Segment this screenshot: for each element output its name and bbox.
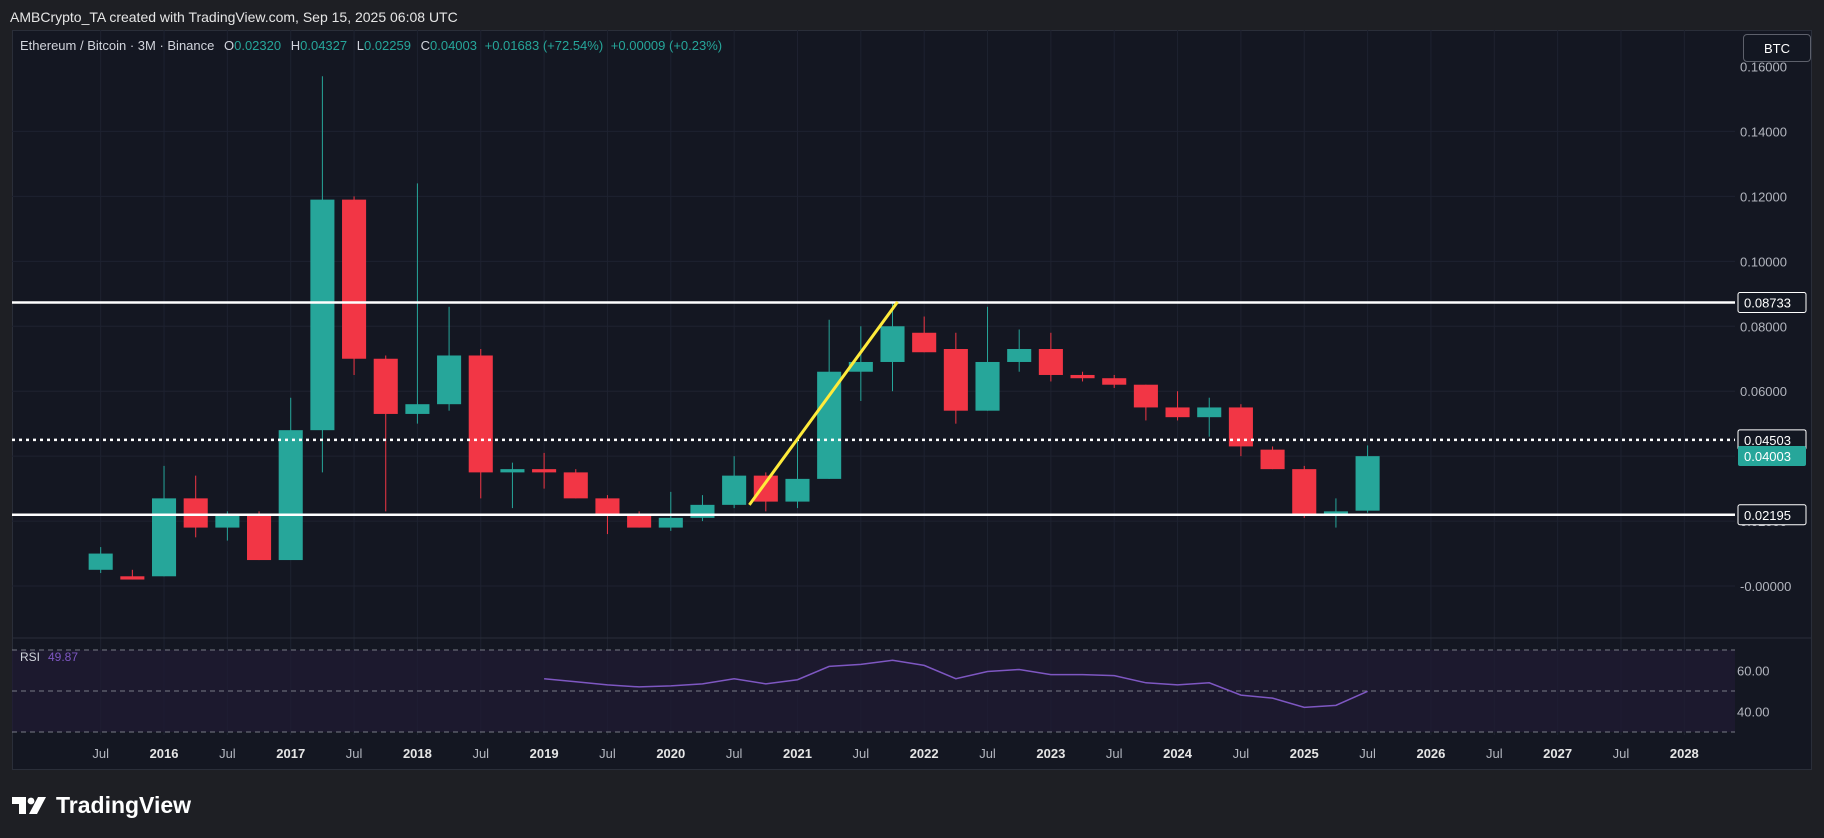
candle-up (1355, 456, 1380, 511)
x-tick-label: 2026 (1416, 746, 1445, 761)
candle-up (405, 404, 430, 414)
x-tick-label: Jul (599, 746, 616, 761)
candle-up (785, 478, 810, 502)
x-tick-label: Jul (726, 746, 743, 761)
candle-up (215, 514, 240, 528)
x-tick-label: Jul (472, 746, 489, 761)
y-tick-label: 0.12000 (1740, 189, 1787, 204)
level-label: 0.08733 (1744, 295, 1791, 310)
candle-up (658, 517, 683, 528)
x-tick-label: 2028 (1670, 746, 1699, 761)
candle-down (595, 498, 620, 515)
x-tick-label: 2022 (910, 746, 939, 761)
candle-down (373, 358, 398, 414)
candle-down (627, 514, 652, 528)
x-tick-label: Jul (1106, 746, 1123, 761)
candle-up (310, 199, 335, 431)
candle-down (120, 576, 145, 580)
level-label: 0.04503 (1744, 433, 1791, 448)
level-label: 0.02195 (1744, 508, 1791, 523)
candle-down (563, 472, 588, 499)
candle-down (1070, 374, 1095, 379)
x-tick-label: Jul (1613, 746, 1630, 761)
candle-up (151, 498, 177, 577)
x-tick-label: Jul (1359, 746, 1376, 761)
x-tick-label: Jul (853, 746, 870, 761)
rsi-value: 49.87 (48, 650, 78, 664)
candle-down (342, 199, 367, 359)
high-value: 0.04327 (300, 38, 348, 53)
x-tick-label: 2016 (150, 746, 179, 761)
rsi-label: RSI (20, 650, 40, 664)
candle-up (817, 371, 842, 479)
candle-up (880, 326, 905, 362)
y-tick-label: -0.00000 (1740, 579, 1791, 594)
x-tick-label: Jul (346, 746, 363, 761)
rsi-tick-label: 40.00 (1737, 705, 1770, 720)
candle-up (975, 361, 1000, 411)
x-tick-label: 2023 (1036, 746, 1065, 761)
y-tick-label: 0.10000 (1740, 254, 1787, 269)
low-value: 0.02259 (363, 38, 411, 53)
tradingview-logo-icon (12, 797, 46, 814)
currency-button[interactable]: BTC (1743, 34, 1811, 62)
close-value: 0.04003 (430, 38, 477, 53)
x-tick-label: Jul (92, 746, 109, 761)
symbol-title: Ethereum / Bitcoin · 3M · Binance (20, 38, 215, 53)
high-label: H (290, 38, 301, 53)
candle-down (1292, 469, 1317, 515)
x-tick-label: 2025 (1290, 746, 1319, 761)
candle-up (1007, 348, 1032, 362)
candle-down (1133, 384, 1158, 408)
open-label: O (223, 38, 235, 53)
candle-up (1197, 407, 1222, 418)
x-tick-label: 2018 (403, 746, 432, 761)
rsi-tick-label: 60.00 (1737, 664, 1770, 679)
candle-down (1260, 449, 1285, 470)
x-tick-label: Jul (1233, 746, 1250, 761)
extra-change-value: +0.00009 (+0.23%) (610, 38, 723, 53)
candle-up (722, 475, 747, 505)
tradingview-logo[interactable]: TradingView (12, 790, 191, 820)
candle-up (88, 553, 113, 570)
y-tick-label: 0.08000 (1740, 319, 1787, 334)
candle-up (278, 430, 303, 561)
x-tick-label: 2024 (1163, 746, 1193, 761)
change-value: +0.01683 (+72.54%) (484, 38, 604, 53)
tradingview-brand: TradingView (56, 791, 192, 818)
candlestick-chart[interactable]: 0.14000 0.12000 0.10000 0.08000 0.06000 0.040… (0, 0, 1824, 838)
candle-down (1102, 378, 1127, 385)
candle-down (912, 332, 937, 353)
y-tick-label: 0.06000 (1740, 384, 1787, 399)
x-tick-label: Jul (1486, 746, 1503, 761)
x-tick-label: Jul (979, 746, 996, 761)
x-tick-label: 2021 (783, 746, 812, 761)
x-tick-label: 2019 (530, 746, 559, 761)
candle-down (183, 498, 208, 528)
open-value: 0.02320 (234, 38, 282, 53)
candle-down (532, 469, 557, 473)
candle-down (247, 514, 272, 561)
symbol-legend: Ethereum / Bitcoin · 3M · Binance O0.023… (20, 38, 722, 53)
candle-down (753, 475, 778, 502)
x-tick-label: Jul (219, 746, 236, 761)
last-price-label: 0.04003 (1744, 449, 1791, 464)
x-tick-label: 2017 (276, 746, 305, 761)
candle-up (437, 355, 462, 405)
x-tick-label: 2020 (656, 746, 685, 761)
candle-up (500, 469, 525, 473)
y-tick-label: 0.14000 (1740, 124, 1787, 139)
candle-down (468, 355, 493, 473)
close-label: C (420, 38, 430, 53)
candle-down (1038, 348, 1063, 375)
low-label: L (356, 38, 364, 53)
x-tick-label: 2027 (1543, 746, 1572, 761)
candle-down (1165, 407, 1190, 418)
candle-down (943, 348, 968, 411)
